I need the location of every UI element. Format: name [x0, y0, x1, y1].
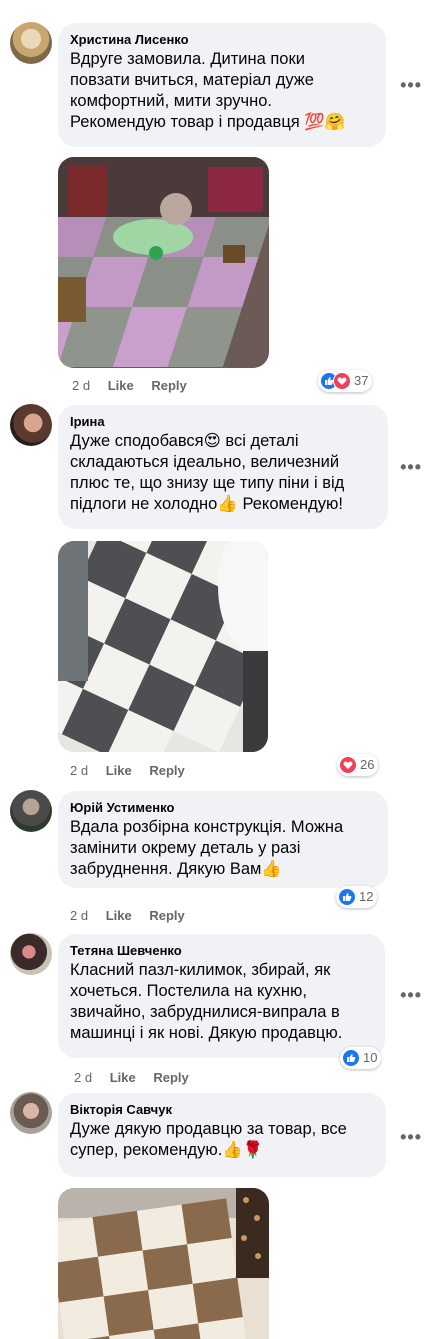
reaction-count: 12 — [359, 889, 374, 904]
more-options-icon[interactable]: ••• — [400, 458, 422, 476]
more-options-icon[interactable]: ••• — [400, 986, 422, 1004]
reactions-summary[interactable]: 37 — [318, 370, 373, 392]
avatar[interactable] — [10, 404, 52, 446]
more-options-icon[interactable]: ••• — [400, 76, 422, 94]
avatar[interactable] — [10, 790, 52, 832]
comment-time[interactable]: 2 d — [72, 378, 90, 393]
comment-actions: 2 d Like Reply — [70, 908, 199, 924]
love-icon — [333, 372, 351, 390]
reply-button[interactable]: Reply — [149, 763, 184, 778]
comment-bubble: Юрій Устименко Вдала розбірна конструкці… — [58, 791, 388, 888]
reactions-summary[interactable]: 12 — [336, 886, 378, 908]
comment-time[interactable]: 2 d — [74, 1070, 92, 1085]
like-button[interactable]: Like — [110, 1070, 136, 1085]
comment-text: Вдала розбірна конструкція. Можна заміни… — [70, 818, 344, 878]
reaction-count: 10 — [363, 1050, 378, 1065]
comment-bubble: Ірина Дуже сподобався😍 всі деталі склада… — [58, 405, 388, 529]
mat-photo-brown — [58, 1188, 269, 1339]
more-options-icon[interactable]: ••• — [400, 1128, 422, 1146]
mat-photo-kid — [58, 157, 269, 368]
love-icon — [339, 756, 357, 774]
comment-author[interactable]: Вікторія Савчук — [70, 1101, 374, 1118]
comment-photo[interactable] — [58, 541, 268, 752]
like-button[interactable]: Like — [108, 378, 134, 393]
like-button[interactable]: Like — [106, 908, 132, 923]
reply-button[interactable]: Reply — [149, 908, 184, 923]
comment-author[interactable]: Юрій Устименко — [70, 799, 376, 816]
reactions-summary[interactable]: 26 — [337, 754, 379, 776]
comment-text: Дуже сподобався😍 всі деталі складаються … — [70, 432, 345, 513]
comment-actions: 2 d Like Reply — [72, 378, 201, 394]
like-icon — [342, 1049, 360, 1067]
comment-time[interactable]: 2 d — [70, 763, 88, 778]
comment-actions: 2 d Like Reply — [70, 763, 199, 779]
comment-bubble: Тетяна Шевченко Класний пазл-килимок, зб… — [58, 934, 385, 1058]
like-icon — [338, 888, 356, 906]
comment-time[interactable]: 2 d — [70, 908, 88, 923]
reaction-count: 37 — [354, 373, 369, 388]
reply-button[interactable]: Reply — [151, 378, 186, 393]
reactions-summary[interactable]: 10 — [340, 1047, 382, 1069]
avatar[interactable] — [10, 1092, 52, 1134]
comment-actions: 2 d Like Reply — [74, 1070, 203, 1086]
comment-author[interactable]: Христина Лисенко — [70, 31, 374, 48]
comment-bubble: Христина Лисенко Вдруге замовила. Дитина… — [58, 23, 386, 147]
reaction-count: 26 — [360, 757, 375, 772]
mat-photo-bathroom — [58, 541, 268, 752]
comment-bubble: Вікторія Савчук Дуже дякую продавцю за т… — [58, 1093, 386, 1177]
comment-text: Дуже дякую продавцю за товар, все супер,… — [70, 1120, 347, 1159]
comment-text: Класний пазл-килимок, збирай, як хочетьс… — [70, 961, 343, 1042]
comment-photo[interactable] — [58, 157, 269, 368]
reply-button[interactable]: Reply — [153, 1070, 188, 1085]
like-button[interactable]: Like — [106, 763, 132, 778]
avatar[interactable] — [10, 933, 52, 975]
comment-photo[interactable] — [58, 1188, 269, 1339]
comment-text: Вдруге замовила. Дитина поки повзати вчи… — [70, 50, 346, 131]
avatar[interactable] — [10, 22, 52, 64]
comment-author[interactable]: Ірина — [70, 413, 376, 430]
comment-author[interactable]: Тетяна Шевченко — [70, 942, 373, 959]
